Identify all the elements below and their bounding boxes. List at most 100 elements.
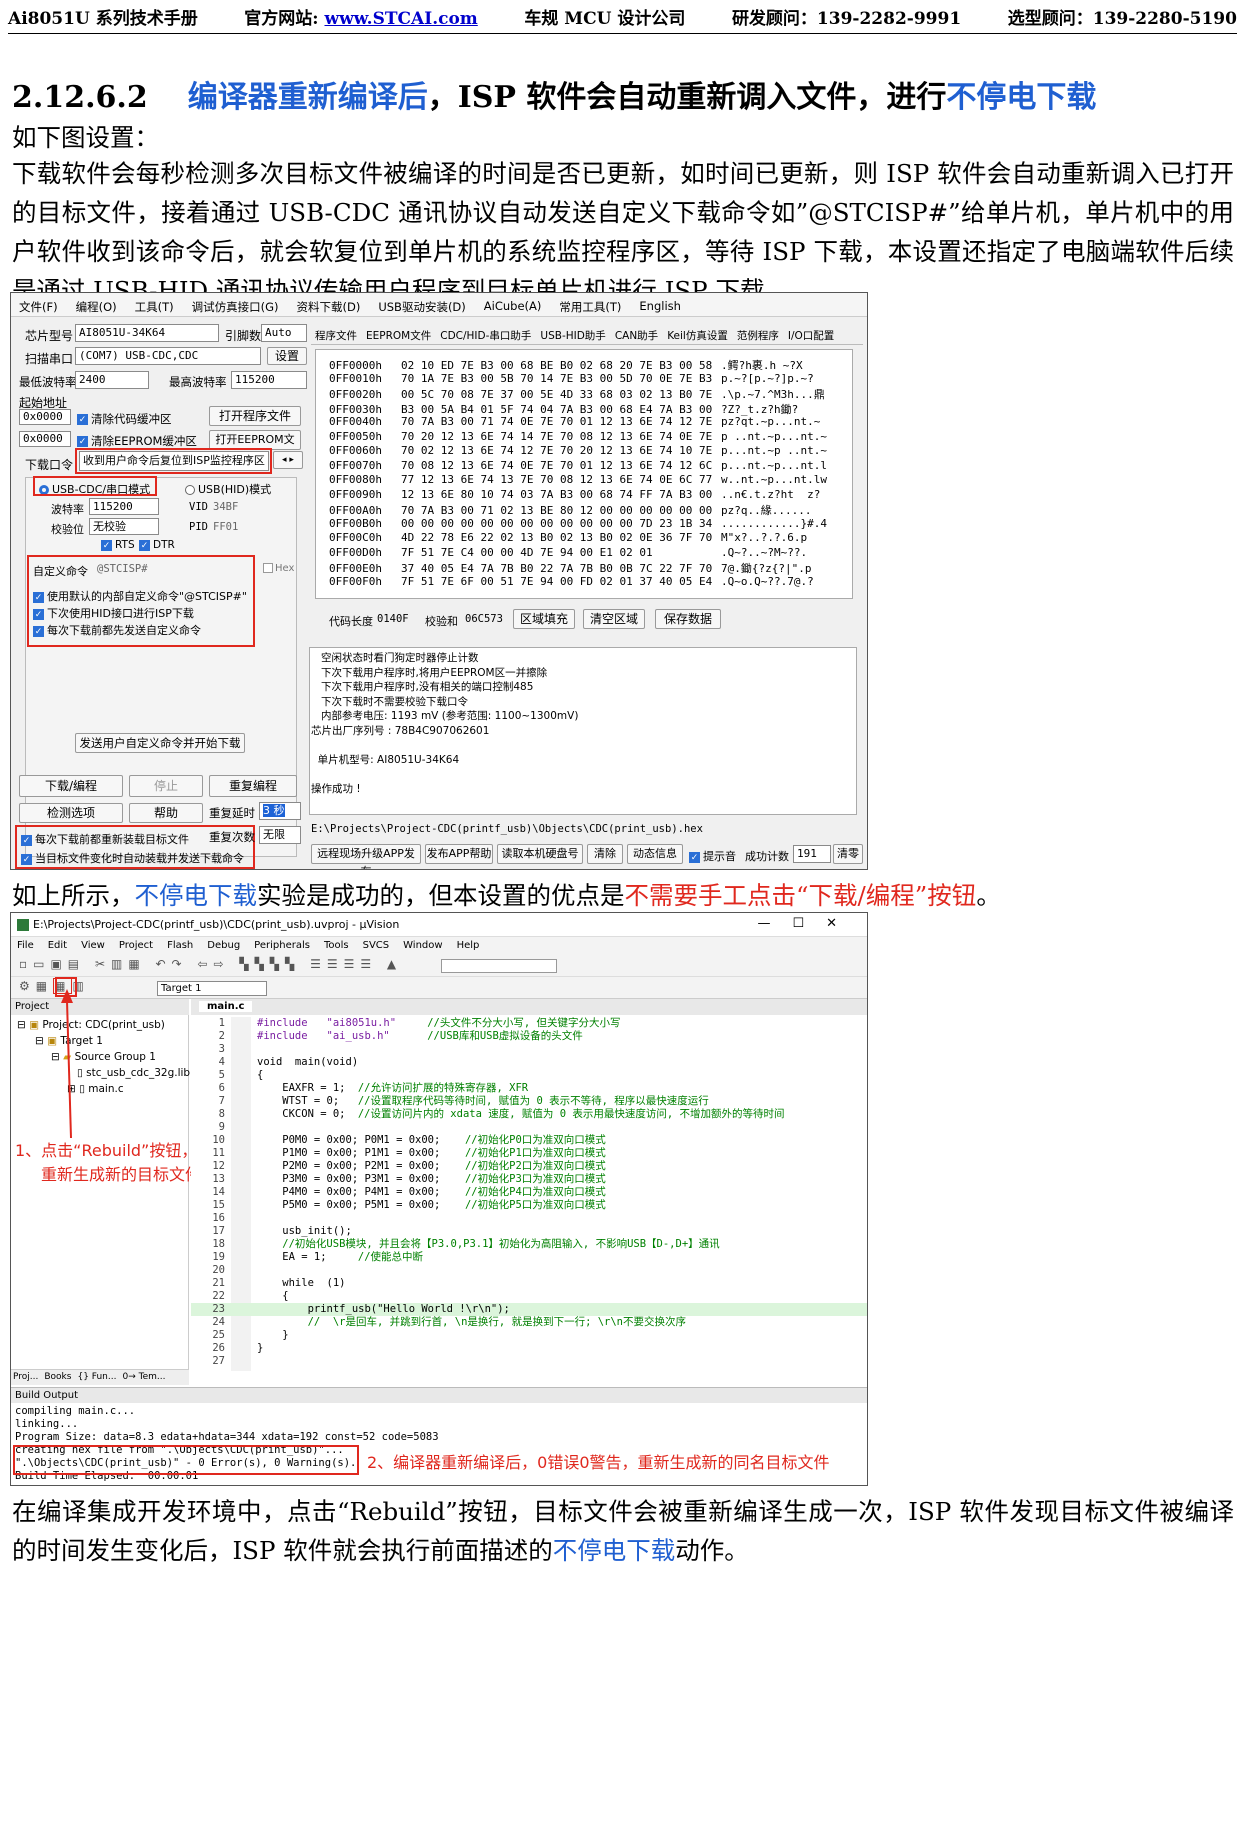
pin-select[interactable]: Auto	[261, 324, 307, 342]
menu-usb-driver[interactable]: USB驱动安装(D)	[378, 299, 465, 314]
publish-help-button[interactable]: 发布APP帮助	[425, 844, 493, 864]
menu-tools[interactable]: 工具(T)	[135, 299, 174, 314]
chip-select[interactable]: AI8051U-34K64	[75, 324, 219, 342]
hex-row: 0FF00B0h 00 00 00 00 00 00 00 00 00 00 00…	[329, 517, 844, 532]
menu-aicube[interactable]: AiCube(A)	[484, 299, 542, 313]
option-send-before[interactable]: ✓ 每次下载前都先发送自定义命令	[33, 622, 201, 638]
menu-flash[interactable]: Flash	[167, 940, 193, 952]
custom-command-label: 自定义命令	[33, 565, 88, 578]
clear-code-checkbox[interactable]: ✓ 清除代码缓冲区	[77, 411, 172, 427]
tab-eeprom-file[interactable]: EEPROM文件	[366, 328, 431, 342]
menu-view[interactable]: View	[81, 940, 105, 952]
window-controls[interactable]: —☐✕	[757, 916, 859, 931]
tab-functions[interactable]: {} Fun...	[77, 1372, 116, 1383]
option-default-label: 使用默认的内部自定义命令"@STCISP#"	[47, 590, 247, 603]
find-combobox[interactable]	[441, 959, 557, 973]
tab-can[interactable]: CAN助手	[615, 328, 658, 342]
baud-select[interactable]: 115200	[89, 498, 159, 515]
option-hid-next[interactable]: ✓ 下次使用HID接口进行ISP下载	[33, 605, 194, 621]
open-eeprom-button[interactable]: 打开EEPROM文件	[209, 430, 301, 464]
tab-keil[interactable]: Keil仿真设置	[667, 328, 728, 342]
code-address-input[interactable]: 0x0000	[19, 409, 71, 425]
editor-tab-main[interactable]: main.c	[199, 1001, 253, 1012]
stop-button[interactable]: 停止	[129, 775, 203, 797]
section-heading: 2.12.6.2 编译器重新编译后，ISP 软件会自动重新调入文件，进行不停电下载	[12, 72, 1096, 116]
repeat-program-button[interactable]: 重复编程	[209, 775, 297, 797]
mode-hid-radio[interactable]: USB(HID)模式	[185, 481, 271, 497]
min-baud-select[interactable]: 2400	[75, 371, 149, 389]
download-program-button[interactable]: 下载/编程	[19, 775, 123, 797]
check-options-button[interactable]: 检测选项	[19, 803, 123, 823]
tab-serial-assistant[interactable]: CDC/HID-串口助手	[440, 328, 531, 342]
menu-file[interactable]: File	[17, 940, 34, 952]
tab-templates[interactable]: 0→ Tem...	[122, 1372, 165, 1383]
menu-file[interactable]: 文件(F)	[19, 299, 58, 314]
rts-checkbox[interactable]: ✓ RTS	[101, 539, 135, 551]
clear-log-button[interactable]: 清除	[587, 844, 623, 864]
section-title-part3: 不停电下载	[946, 80, 1097, 115]
save-data-button[interactable]: 保存数据	[655, 609, 721, 629]
clear-eeprom-checkbox[interactable]: ✓ 清除EEPROM缓冲区	[77, 433, 197, 449]
scroll-arrows[interactable]: ◂ ▸	[273, 451, 303, 469]
repeat-count-select[interactable]: 无限	[259, 826, 301, 844]
reset-count-button[interactable]: 清零	[833, 844, 863, 864]
min-baud-label: 最低波特率	[19, 375, 77, 389]
menu-help[interactable]: Help	[457, 940, 480, 952]
menu-download[interactable]: 资料下载(D)	[297, 299, 361, 314]
paragraph-2-b: 不停电下载	[552, 1536, 676, 1565]
dtr-checkbox[interactable]: ✓ DTR	[139, 539, 175, 551]
auto-load-checkbox[interactable]: ✓ 当目标文件变化时自动装载并发送下载命令	[21, 850, 244, 866]
port-settings-button[interactable]: 设置	[267, 347, 307, 365]
tab-program-file[interactable]: 程序文件	[315, 328, 357, 342]
translate-icon[interactable]: ⚙	[19, 979, 36, 993]
line-number: 10	[212, 1134, 225, 1146]
code-editor[interactable]: 1 #include "ai8051u.h" //头文件不分大小写, 但关键字分大…	[191, 1017, 867, 1371]
hex-bytes: 7F 51 7E 6F 00 51 7E 94 00 FD 02 01 37 4…	[401, 574, 713, 588]
repeat-delay-value: 3 秒	[263, 804, 285, 817]
tab-books[interactable]: Books	[44, 1372, 71, 1383]
intro-text: 如下图设置：	[12, 123, 159, 152]
menu-debug[interactable]: Debug	[207, 940, 240, 952]
menu-svcs[interactable]: SVCS	[363, 940, 390, 952]
prompt-sound-checkbox[interactable]: ✓ 提示音	[689, 848, 736, 864]
menu-peripherals[interactable]: Peripherals	[254, 940, 310, 952]
line-number: 1	[218, 1017, 225, 1029]
keil-toolbar-1[interactable]: ▫▭▣▤ ✂▥▦ ↶↷ ⇦⇨ ▚▚▚▚ ☰☰☰☰ ▲	[11, 955, 867, 977]
custom-command-value[interactable]: @STCISP#	[97, 563, 148, 575]
menu-project[interactable]: Project	[119, 940, 153, 952]
option-default-command[interactable]: ✓ 使用默认的内部自定义命令"@STCISP#"	[33, 588, 247, 604]
menu-english[interactable]: English	[639, 299, 681, 313]
hex-bytes: 00 00 00 00 00 00 00 00 00 00 00 00 7D 2…	[401, 516, 713, 530]
tab-project[interactable]: Proj...	[13, 1372, 38, 1383]
tab-usb-hid[interactable]: USB-HID助手	[540, 328, 605, 342]
open-program-button[interactable]: 打开程序文件	[209, 406, 301, 426]
repeat-delay-select[interactable]: 3 秒	[259, 802, 301, 820]
com-port-select[interactable]: (COM7) USB-CDC,CDC	[75, 347, 261, 365]
menu-common-tools[interactable]: 常用工具(T)	[559, 299, 621, 314]
menu-window[interactable]: Window	[403, 940, 442, 952]
help-button[interactable]: 帮助	[129, 803, 203, 823]
build-line: compiling main.c...	[15, 1405, 136, 1417]
hex-address: 0FF00F0h	[329, 574, 382, 588]
parity-select[interactable]: 无校验	[89, 518, 159, 535]
read-disk-button[interactable]: 读取本机硬盘号	[497, 844, 583, 864]
remote-upgrade-button[interactable]: 远程现场升级APP发布	[311, 844, 421, 869]
max-baud-select[interactable]: 115200	[231, 371, 307, 389]
reload-target-checkbox[interactable]: ✓ 每次下载前都重新装载目标文件	[21, 831, 189, 847]
fill-area-button[interactable]: 区域填充	[513, 609, 575, 629]
website-link[interactable]: www.STCAI.com	[324, 9, 477, 29]
menu-tools[interactable]: Tools	[324, 940, 349, 952]
menu-edit[interactable]: Edit	[48, 940, 67, 952]
target-select[interactable]: Target 1	[157, 981, 267, 996]
clear-area-button[interactable]: 清空区域	[583, 609, 645, 629]
tab-examples[interactable]: 范例程序	[737, 328, 779, 342]
tree-lib-file[interactable]: ▯ stc_usb_cdc_32g.lib	[77, 1067, 190, 1079]
eeprom-address-input[interactable]: 0x0000	[19, 431, 71, 447]
send-command-button[interactable]: 发送用户自定义命令并开始下载	[75, 733, 245, 753]
line-number: 17	[212, 1225, 225, 1237]
menu-debug[interactable]: 调试仿真接口(G)	[192, 299, 279, 314]
tab-io-config[interactable]: I/O口配置	[788, 328, 834, 342]
dynamic-info-button[interactable]: 动态信息	[627, 844, 683, 864]
hex-checkbox[interactable]: Hex	[263, 563, 294, 574]
menu-program[interactable]: 编程(O)	[76, 299, 117, 314]
